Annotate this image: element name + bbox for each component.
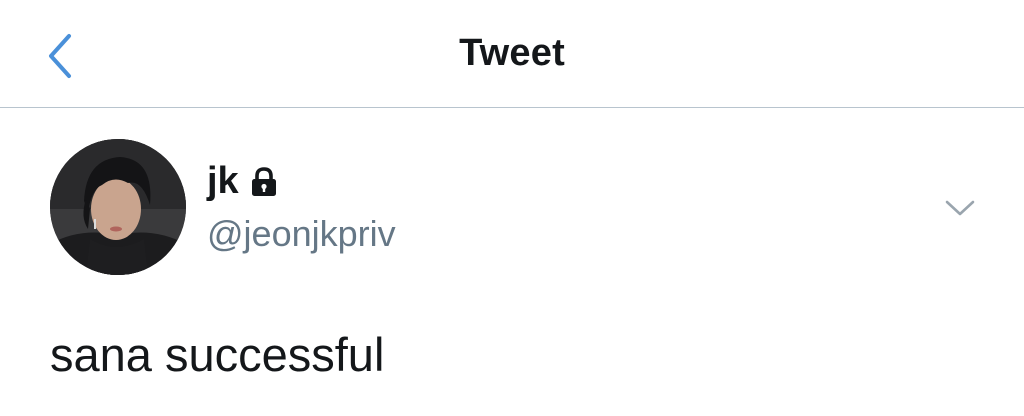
- navigation-bar: Tweet: [0, 0, 1024, 108]
- author-handle[interactable]: @jeonjkpriv: [207, 212, 396, 256]
- avatar[interactable]: [50, 139, 186, 275]
- chevron-down-icon: [945, 200, 975, 216]
- tweet-menu-button[interactable]: [938, 190, 982, 226]
- tweet-detail-screen: Tweet jk @jeonjkpriv sana successful: [0, 0, 1024, 416]
- page-title: Tweet: [459, 32, 565, 74]
- author-display-name[interactable]: jk: [207, 158, 239, 204]
- author-name-row[interactable]: jk: [207, 158, 279, 204]
- tweet-text: sana successful: [50, 328, 385, 381]
- lock-icon: [249, 166, 279, 198]
- avatar-photo: [50, 139, 186, 275]
